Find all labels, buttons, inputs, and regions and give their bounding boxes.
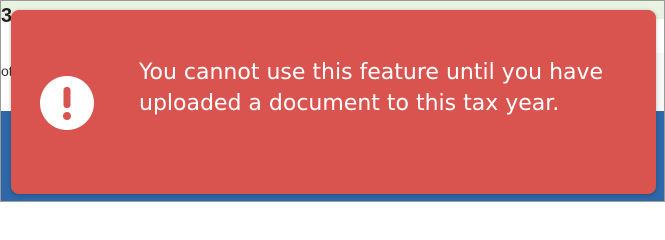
error-toast[interactable]: You cannot use this feature until you ha… <box>11 10 656 194</box>
exclamation-circle-icon <box>40 76 94 130</box>
toast-message: You cannot use this feature until you ha… <box>139 60 604 116</box>
